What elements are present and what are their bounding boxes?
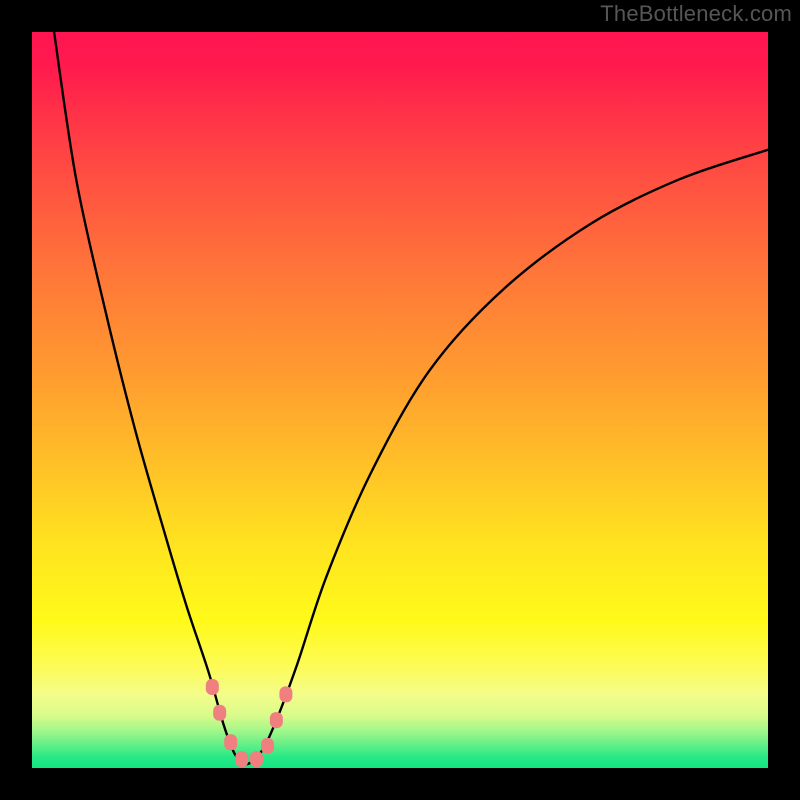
- curve-marker: [235, 751, 248, 767]
- watermark-text: TheBottleneck.com: [600, 1, 792, 27]
- curve-marker: [213, 705, 226, 721]
- curve-marker: [261, 738, 274, 754]
- bottleneck-curve: [54, 32, 768, 764]
- plot-area: [32, 32, 768, 768]
- curve-marker: [270, 712, 283, 728]
- curve-marker: [206, 679, 219, 695]
- curve-marker: [250, 751, 263, 767]
- curve-marker: [279, 686, 292, 702]
- chart-frame: TheBottleneck.com: [0, 0, 800, 800]
- curve-marker: [224, 734, 237, 750]
- curve-svg: [32, 32, 768, 768]
